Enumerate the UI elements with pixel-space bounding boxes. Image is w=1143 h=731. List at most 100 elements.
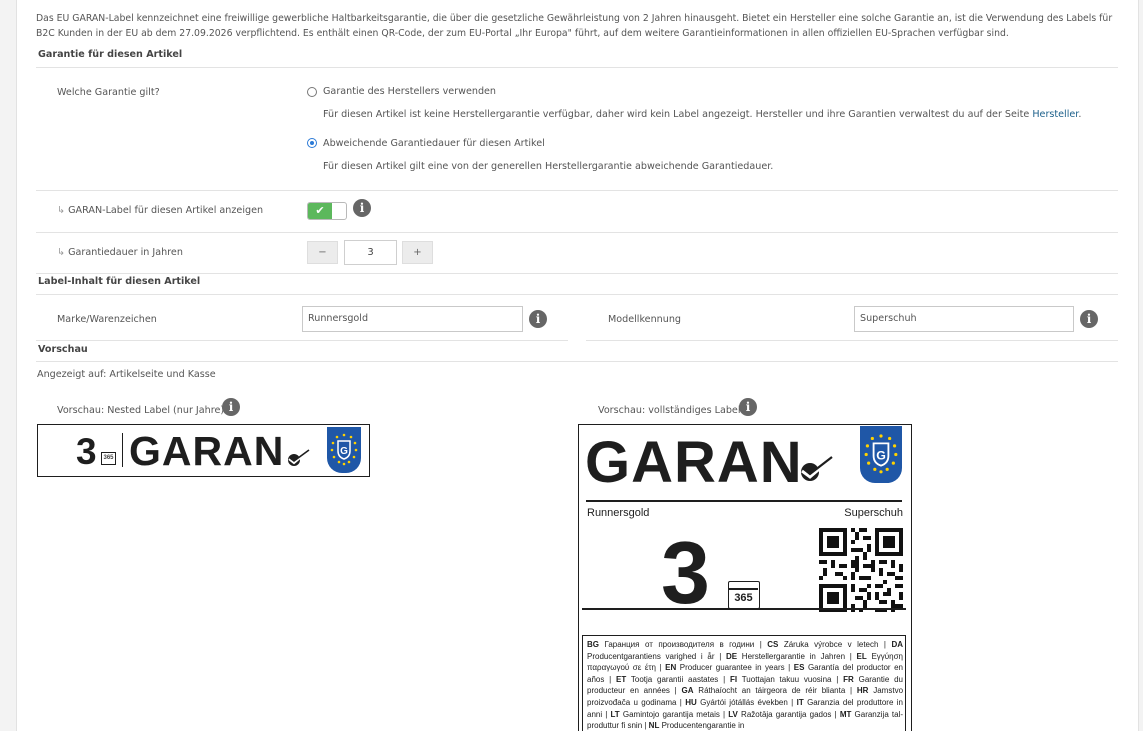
language-entry: HU Gyártói jótállás években <box>685 698 788 707</box>
language-entry: GA Ráthaíocht an táirgeora de réir blian… <box>682 686 846 695</box>
language-code: EL <box>856 651 867 661</box>
language-code: FI <box>729 674 738 684</box>
duration-label-text: Garantiedauer in Jahren <box>68 247 183 258</box>
manufacturer-guarantee-description: Für diesen Artikel ist keine Herstellerg… <box>323 109 1081 120</box>
show-label-toggle[interactable]: ✔ <box>307 202 347 220</box>
increment-button[interactable]: + <box>402 241 433 264</box>
nested-label-preview: 3 365 GARAN G <box>37 424 370 477</box>
languages-box: BG Гаранция от производителя в години | … <box>582 635 906 731</box>
divider <box>586 340 1118 341</box>
full-label-preview: GARAN G Runnersgold Superschuh 3 365 BG … <box>578 424 912 731</box>
manufacturers-link[interactable]: Hersteller <box>1032 109 1078 120</box>
section-title-garantie: Garantie für diesen Artikel <box>38 49 183 60</box>
qr-code <box>819 528 903 612</box>
duration-input[interactable]: 3 <box>344 240 397 265</box>
radio-custom-guarantee-label[interactable]: Abweichende Garantiedauer für diesen Art… <box>323 138 545 149</box>
show-label-text: GARAN-Label für diesen Artikel anzeigen <box>68 205 264 216</box>
full-garan-text: GARAN <box>585 430 803 495</box>
info-icon[interactable]: i <box>529 310 547 328</box>
language-code: HU <box>685 697 697 707</box>
brand-label: Marke/Warenzeichen <box>57 314 157 325</box>
model-input[interactable]: Superschuh <box>854 306 1074 332</box>
language-code: HR <box>856 686 869 696</box>
language-text: Záruka výrobce v letech <box>778 640 879 649</box>
language-text: Ráthaíocht an táirgeora de réir blianta <box>693 686 846 696</box>
info-icon[interactable]: i <box>739 398 757 416</box>
divider <box>36 294 1118 295</box>
label-rule <box>586 500 902 502</box>
divider <box>36 190 1118 191</box>
language-text: Tootja garantii aastates <box>626 674 719 684</box>
language-text: Herstellergarantie in Jahren <box>737 651 846 661</box>
language-code: LT <box>610 709 620 719</box>
info-icon[interactable]: i <box>222 398 240 416</box>
language-entry: ET Tootja garantii aastates <box>616 675 718 684</box>
sub-arrow-icon: ↳ <box>57 247 66 258</box>
brand-input[interactable]: Runnersgold <box>302 306 523 332</box>
language-entry: FI Tuottajan takuu vuosina <box>730 675 832 684</box>
divider <box>36 67 1118 68</box>
divider <box>36 232 1118 233</box>
info-icon[interactable]: i <box>1080 310 1098 328</box>
duration-row-label: ↳ Garantiedauer in Jahren <box>57 247 183 258</box>
language-text: Ražotāja garantija gados <box>737 709 832 719</box>
label-model: Superschuh <box>844 507 903 519</box>
language-code: MT <box>839 709 852 719</box>
language-code: EN <box>665 663 677 673</box>
language-entry: EN Producer guarantee in years <box>665 663 785 672</box>
language-entry: NL Producentengarantie in <box>649 721 745 730</box>
radio-manufacturer-guarantee[interactable] <box>307 87 317 97</box>
checkmark-swoosh-icon <box>801 456 833 481</box>
calendar-days: 365 <box>734 592 753 604</box>
language-code: GA <box>681 686 694 696</box>
language-entry: BG Гаранция от производителя в години <box>587 640 754 649</box>
language-code: FR <box>843 674 854 684</box>
full-preview-title: Vorschau: vollständiges Label <box>598 405 741 416</box>
nested-years: 3 <box>76 431 98 472</box>
nested-garan-text: GARAN <box>129 428 285 474</box>
calendar-icon: 365 <box>101 452 116 465</box>
custom-guarantee-description: Für diesen Artikel gilt eine von der gen… <box>323 161 774 172</box>
section-title-label-content: Label-Inhalt für diesen Artikel <box>38 276 201 287</box>
label-brand: Runnersgold <box>587 507 650 519</box>
decrement-button[interactable]: − <box>307 241 338 264</box>
calendar-bar <box>729 588 758 590</box>
language-text: Producentgarantiens varighed i år <box>587 651 715 661</box>
language-text: Producentengarantie in <box>659 721 745 731</box>
language-code: CS <box>767 640 779 649</box>
languages-text: BG Гаранция от производителя в години | … <box>587 640 904 731</box>
divider <box>36 340 568 341</box>
checkmark-swoosh-icon <box>288 449 310 466</box>
language-code: IT <box>796 697 804 707</box>
info-icon[interactable]: i <box>353 199 371 217</box>
preview-shown-on: Angezeigt auf: Artikelseite und Kasse <box>37 369 216 380</box>
divider <box>36 273 1118 274</box>
full-years: 3 <box>661 523 710 622</box>
language-text: Гаранция от производителя в години <box>599 640 755 649</box>
label-rule-bottom <box>582 608 906 610</box>
language-text: Producer guarantee in years <box>676 663 785 673</box>
svg-text:G: G <box>340 446 348 457</box>
language-code: DA <box>891 640 903 649</box>
language-entry: LT Gamintojo garantija metais <box>611 710 720 719</box>
eu-stars-icon: G <box>330 433 358 466</box>
radio-custom-guarantee[interactable] <box>307 138 317 148</box>
language-code: BG <box>587 640 599 649</box>
sub-arrow-icon: ↳ <box>57 205 66 216</box>
radio-manufacturer-guarantee-label[interactable]: Garantie des Herstellers verwenden <box>323 86 496 97</box>
language-text: Gyártói jótállás években <box>696 697 788 707</box>
language-entry: CS Záruka výrobce v letech <box>767 640 878 649</box>
language-code: DE <box>725 651 738 661</box>
language-text: Gamintojo garantija metais <box>619 709 720 719</box>
language-code: NL <box>648 721 660 731</box>
language-code: LV <box>728 709 738 719</box>
nested-preview-title: Vorschau: Nested Label (nur Jahre) <box>57 405 225 416</box>
nested-separator <box>122 433 123 467</box>
language-entry: LV Ražotāja garantija gados <box>728 710 831 719</box>
eu-stars-icon: G <box>864 434 898 474</box>
show-label-row-label: ↳ GARAN-Label für diesen Artikel anzeige… <box>57 205 263 216</box>
eu-shield-logo: G <box>327 427 361 473</box>
settings-panel: Das EU GARAN-Label kennzeichnet eine fre… <box>16 0 1139 731</box>
language-entry: DE Herstellergarantie in Jahren <box>726 652 845 661</box>
language-text: Tuottajan takuu vuosina <box>737 674 832 684</box>
